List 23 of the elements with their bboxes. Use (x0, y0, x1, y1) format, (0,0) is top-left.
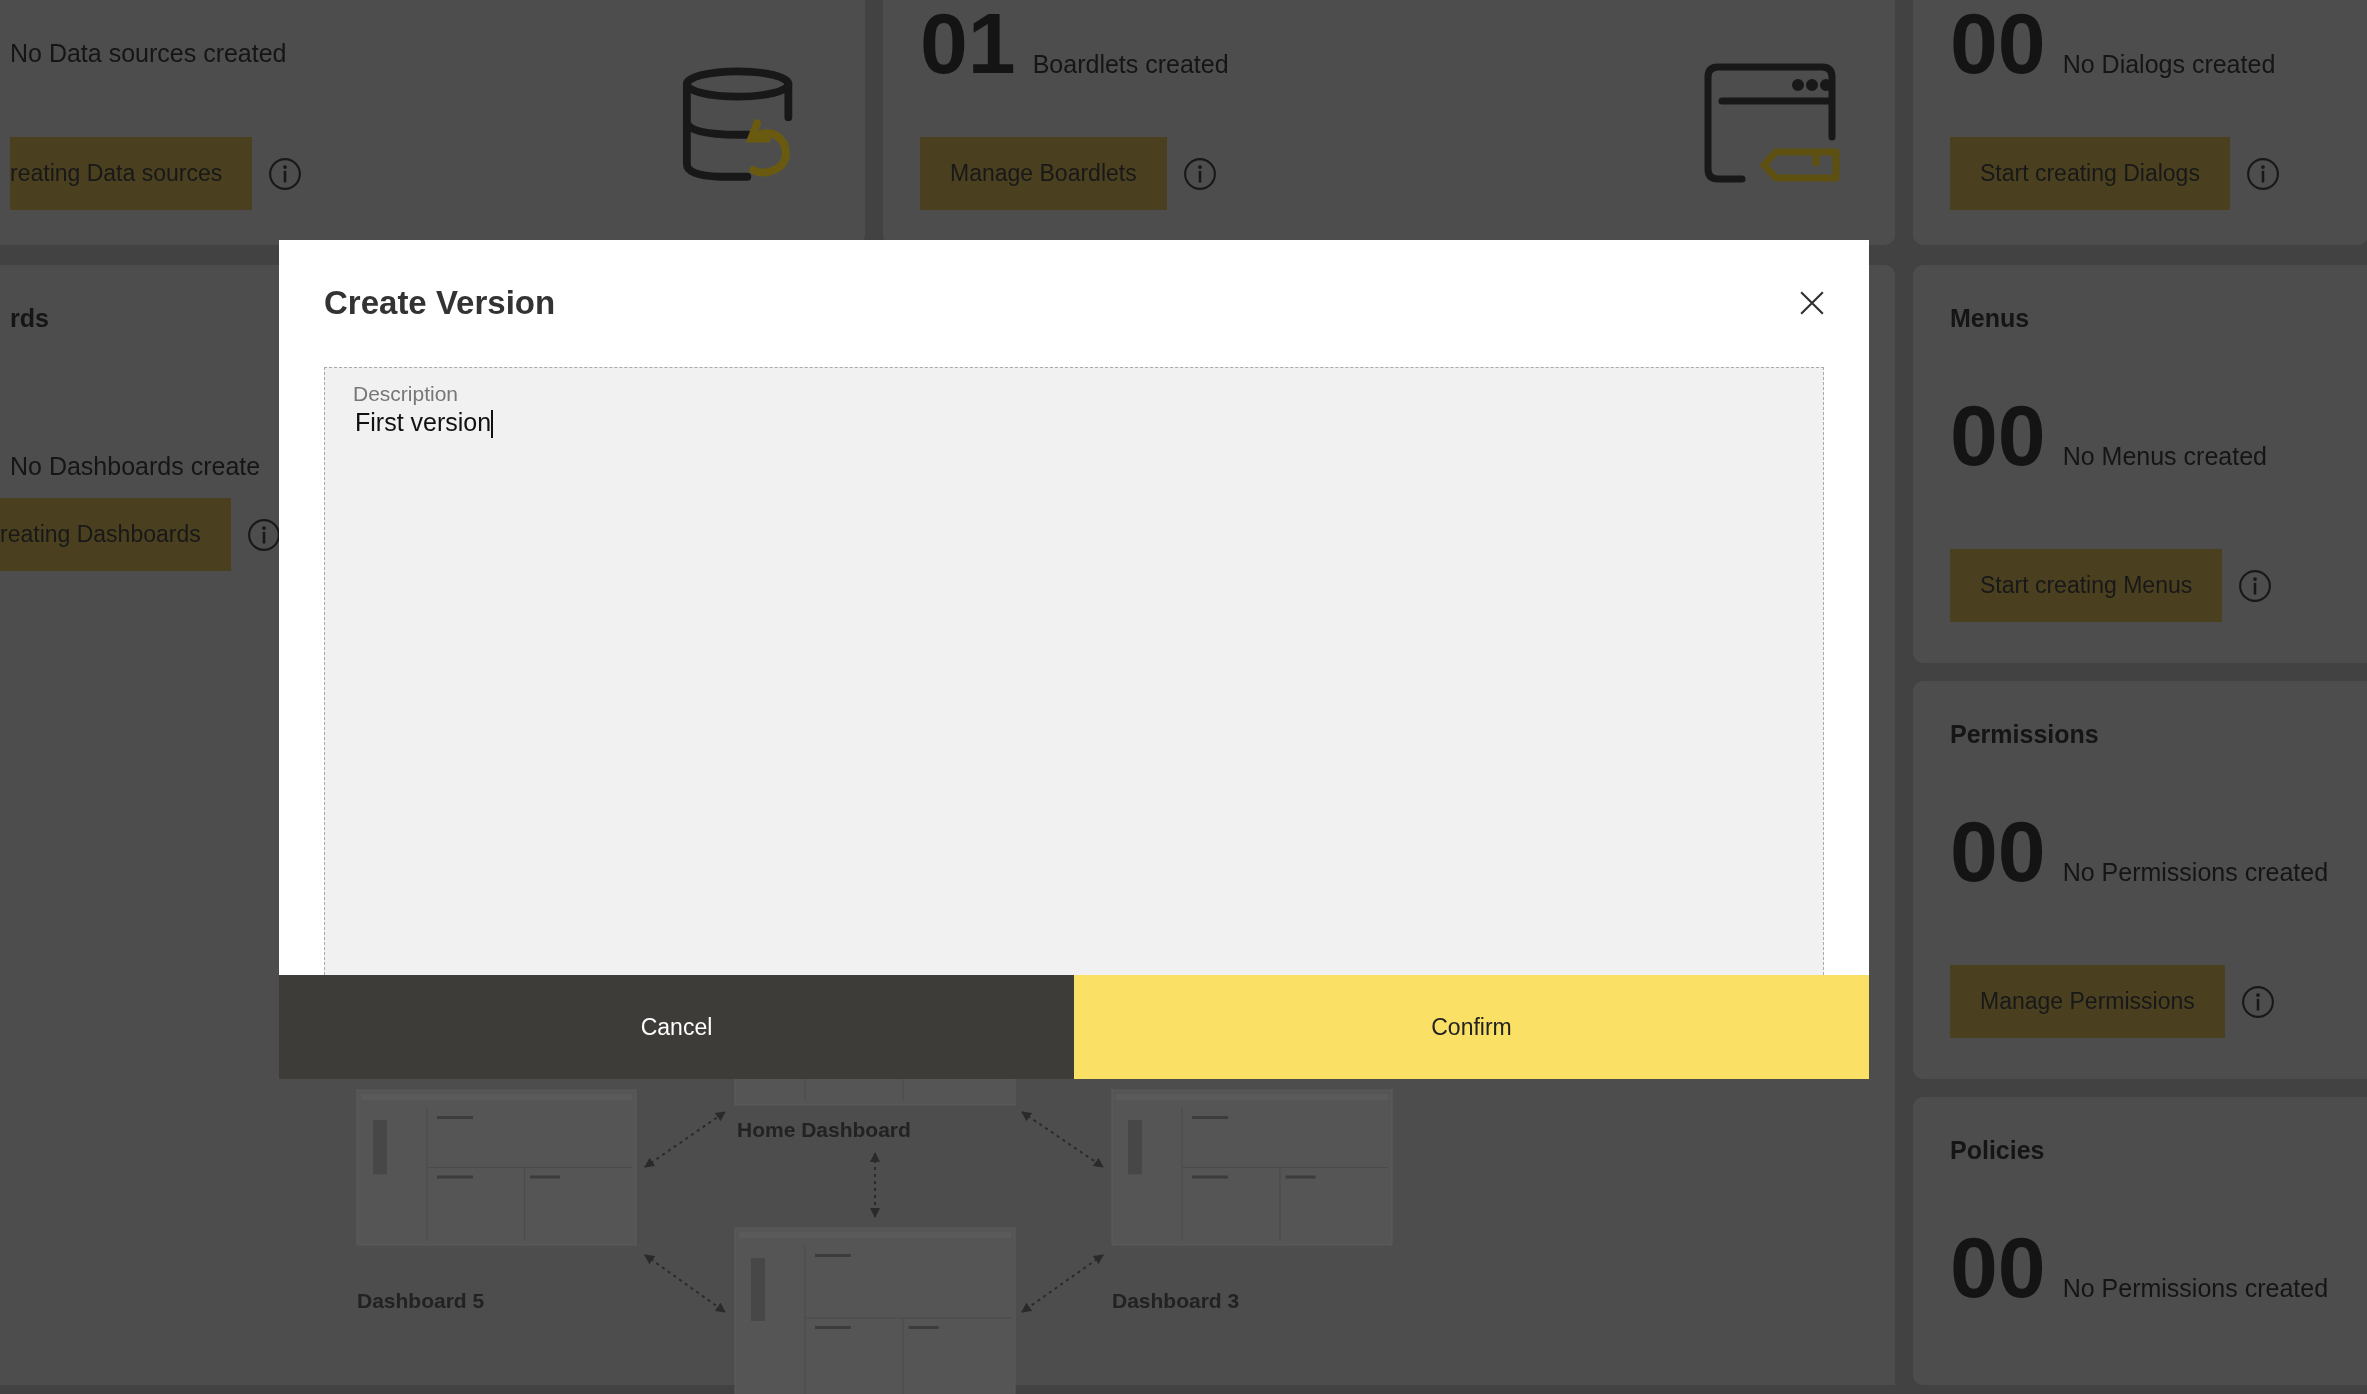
summary-text: No Permissions created (2062, 857, 2329, 888)
connector-arrow (870, 1152, 880, 1218)
count-number: 01 (920, 0, 1016, 86)
count-number: 00 (1950, 819, 2046, 884)
summary-text: No Permissions created (2062, 1273, 2329, 1304)
card-title: Permissions (1950, 719, 2100, 750)
window-edit-icon (1704, 63, 1840, 185)
confirm-button[interactable]: Confirm (1074, 975, 1869, 1079)
dialog-title: Create Version (324, 283, 556, 322)
count-number: 00 (1950, 0, 2046, 86)
card-title: Menus (1950, 303, 2031, 333)
summary-text: No Menus created (2062, 441, 2267, 471)
summary-text: Boardlets created (1032, 49, 1229, 79)
cancel-button[interactable]: Cancel (279, 975, 1074, 1079)
card-title: Policies (1950, 1135, 2046, 1166)
summary-text: No Dialogs created (2062, 49, 2276, 79)
summary-text: No Data sources created (10, 38, 287, 68)
count-number: 00 (1950, 1235, 2046, 1300)
info-icon[interactable] (246, 517, 281, 552)
count-number: 00 (1950, 403, 2046, 468)
card-title: rds (10, 303, 50, 333)
description-field[interactable]: Description First version (324, 367, 1824, 975)
summary-text: No Dashboards create (10, 452, 261, 480)
